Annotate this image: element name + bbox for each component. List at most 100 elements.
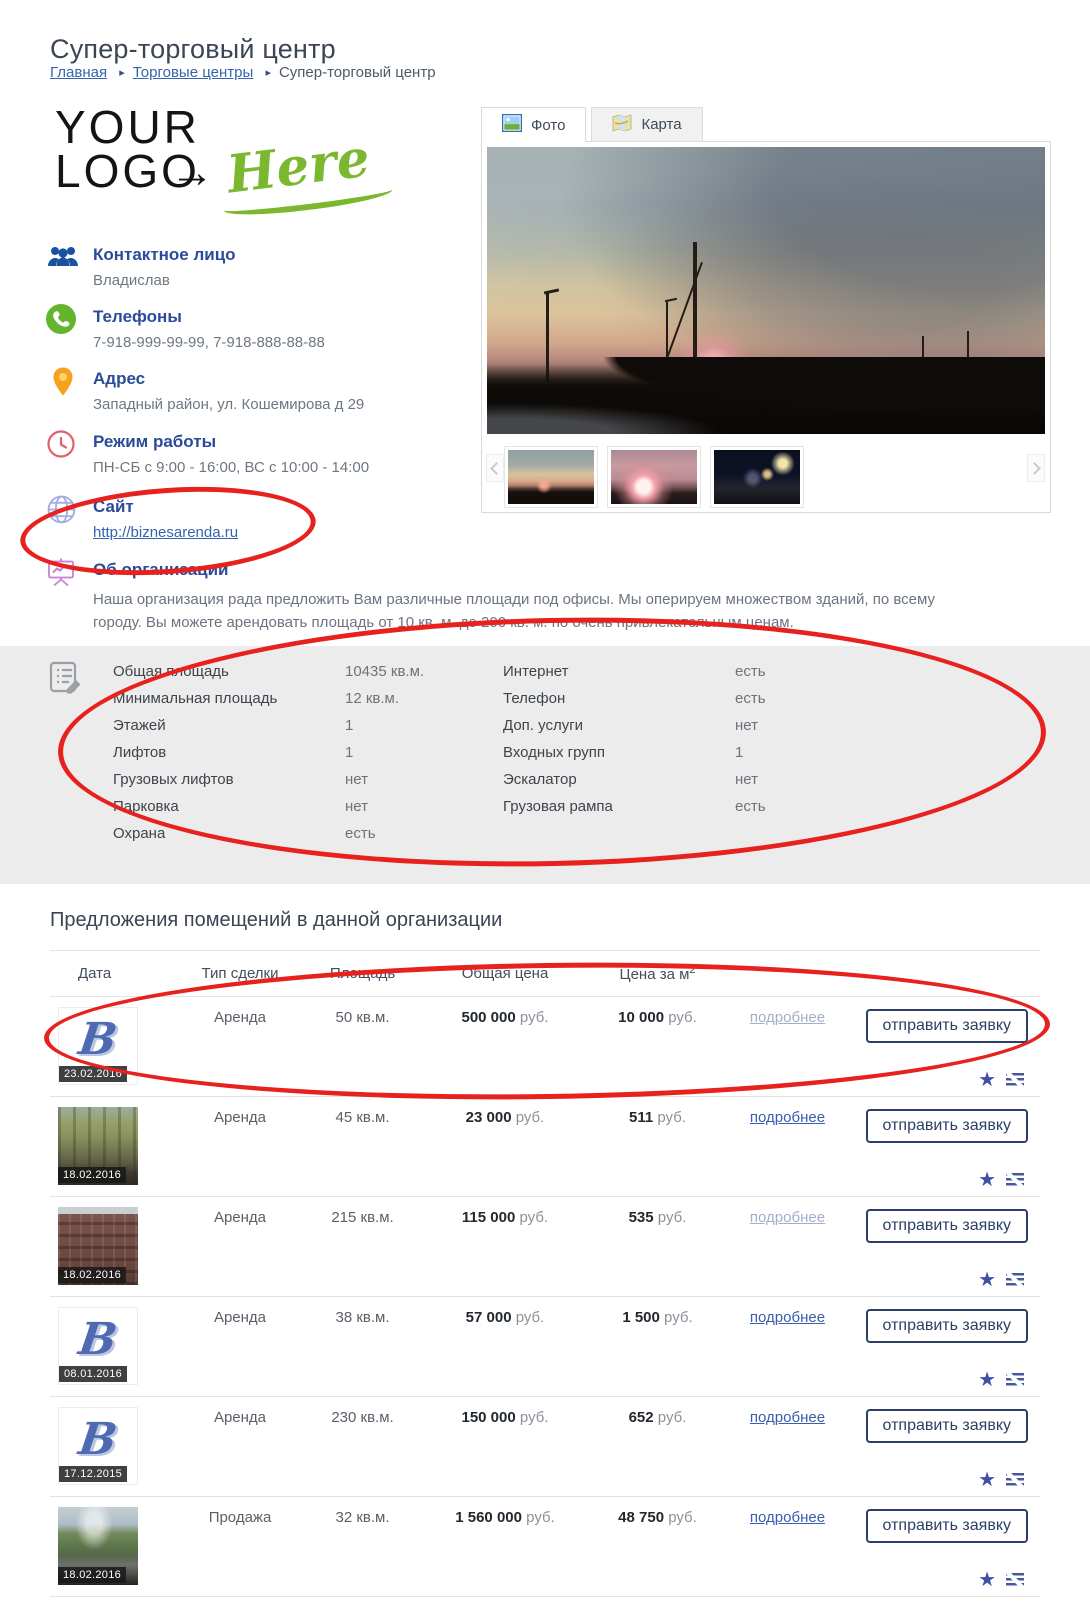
offer-row: В 08.01.2016 Аренда 38 кв.м. 57 000 руб.… [50,1297,1040,1397]
favorite-star-icon[interactable]: ★ [978,1071,996,1089]
offer-details-link[interactable]: подробнее [750,1009,825,1026]
offer-row: В 18.02.2016 Аренда 215 кв.м. 115 000 ру… [50,1197,1040,1297]
tab-photo[interactable]: Фото [481,107,586,142]
address-value: Западный район, ул. Кошемирова д 29 [93,396,493,413]
favorite-star-icon[interactable]: ★ [978,1371,996,1389]
map-tab-icon [612,114,632,136]
header-total-price: Общая цена [425,965,585,982]
details-row: Охрана есть [113,820,424,847]
tab-photo-label: Фото [531,117,565,134]
details-value: 12 кв.м. [345,690,399,707]
details-row: Доп. услуги нет [503,712,766,739]
media-tabs: Фото Карта [481,107,703,142]
photo-pole [693,242,697,386]
offer-photo[interactable]: В 17.12.2015 [58,1407,138,1485]
details-row: Телефон есть [503,685,766,712]
details-row: Парковка нет [113,793,424,820]
compare-list-icon[interactable] [1006,1273,1024,1288]
photo-lamppost [546,293,549,382]
offer-deal-type: Аренда [180,1009,300,1096]
photo-panel [481,141,1051,513]
offer-total-price: 500 000 руб. [425,1009,585,1096]
favorite-star-icon[interactable]: ★ [978,1171,996,1189]
send-request-button[interactable]: отправить заявку [866,1509,1028,1543]
offer-price-per-m2: 48 750 руб. [585,1509,730,1596]
send-request-button[interactable]: отправить заявку [866,1009,1028,1043]
page-title: Супер-торговый центр [50,34,336,65]
photo-thumbnail[interactable] [710,446,804,508]
offer-logo-glyph: В [58,1008,138,1070]
offer-total-price: 115 000 руб. [425,1209,585,1296]
compare-list-icon[interactable] [1006,1373,1024,1388]
chevron-left-icon [490,462,503,475]
thumbnails-next-button[interactable] [1027,454,1045,482]
header-area: Площадь [300,965,425,982]
contact-person-label: Контактное лицо [93,245,493,265]
breadcrumb-item: ▸Торговые центры [111,64,253,81]
send-request-button[interactable]: отправить заявку [866,1209,1028,1243]
offer-details-link[interactable]: подробнее [750,1409,825,1426]
offers-rows: В 23.02.2016 Аренда 50 кв.м. 500 000 руб… [50,997,1040,1597]
offer-photo[interactable]: В 18.02.2016 [58,1207,138,1285]
details-label: Входных групп [503,744,735,761]
offer-details-link[interactable]: подробнее [750,1509,825,1526]
send-request-button[interactable]: отправить заявку [866,1109,1028,1143]
details-label: Эскалатор [503,771,735,788]
favorite-star-icon[interactable]: ★ [978,1471,996,1489]
offer-deal-type: Аренда [180,1109,300,1196]
favorite-star-icon[interactable]: ★ [978,1271,996,1289]
offer-area: 38 кв.м. [300,1309,425,1396]
compare-list-icon[interactable] [1006,1473,1024,1488]
offer-area: 215 кв.м. [300,1209,425,1296]
details-label: Грузовых лифтов [113,771,345,788]
offer-photo[interactable]: В 18.02.2016 [58,1107,138,1185]
details-label: Грузовая рампа [503,798,735,815]
address-pin-icon [51,366,85,398]
offer-price-per-m2: 652 руб. [585,1409,730,1496]
details-column-right: Интернет есть Телефон есть Доп. услуги н… [503,658,766,820]
offer-deal-type: Аренда [180,1409,300,1496]
send-request-button[interactable]: отправить заявку [866,1409,1028,1443]
offer-total-price: 1 560 000 руб. [425,1509,585,1596]
offer-details-link[interactable]: подробнее [750,1109,825,1126]
header-deal-type: Тип сделки [180,965,300,982]
offer-price-per-m2: 535 руб. [585,1209,730,1296]
details-column-left: Общая площадь 10435 кв.м. Минимальная пл… [113,658,424,847]
details-value: нет [345,798,368,815]
about-presentation-icon [46,556,80,588]
contact-person-value: Владислав [93,272,493,289]
compare-list-icon[interactable] [1006,1573,1024,1588]
compare-list-icon[interactable] [1006,1073,1024,1088]
offer-price-per-m2: 10 000 руб. [585,1009,730,1096]
details-row: Входных групп 1 [503,739,766,766]
company-logo: YOUR LOGO→ Here [55,106,365,221]
offer-photo[interactable]: В 18.02.2016 [58,1507,138,1585]
address-label: Адрес [93,369,493,389]
details-row: Этажей 1 [113,712,424,739]
offer-deal-type: Аренда [180,1209,300,1296]
breadcrumb-label[interactable]: Супер-торговый центр [279,64,436,81]
breadcrumb-label[interactable]: Торговые центры [133,64,253,81]
offer-details-link[interactable]: подробнее [750,1209,825,1226]
details-label: Охрана [113,825,345,842]
send-request-button[interactable]: отправить заявку [866,1309,1028,1343]
details-value: 1 [735,744,743,761]
photo-thumbnail[interactable] [607,446,701,508]
offer-area: 32 кв.м. [300,1509,425,1596]
details-value: 1 [345,744,353,761]
website-globe-icon [46,494,80,526]
website-label: Сайт [93,497,493,517]
offer-photo[interactable]: В 23.02.2016 [58,1007,138,1085]
offer-date-badge: 08.01.2016 [59,1366,127,1382]
photo-pole-far [922,336,924,376]
photo-thumbnail[interactable] [504,446,598,508]
offer-photo[interactable]: В 08.01.2016 [58,1307,138,1385]
thumbnails-prev-button[interactable] [486,454,504,482]
website-link[interactable]: http://biznesarenda.ru [93,524,238,541]
offer-price-per-m2: 511 руб. [585,1109,730,1196]
breadcrumb-label[interactable]: Главная [50,64,107,81]
tab-map[interactable]: Карта [591,107,702,142]
compare-list-icon[interactable] [1006,1173,1024,1188]
favorite-star-icon[interactable]: ★ [978,1571,996,1589]
offer-details-link[interactable]: подробнее [750,1309,825,1326]
